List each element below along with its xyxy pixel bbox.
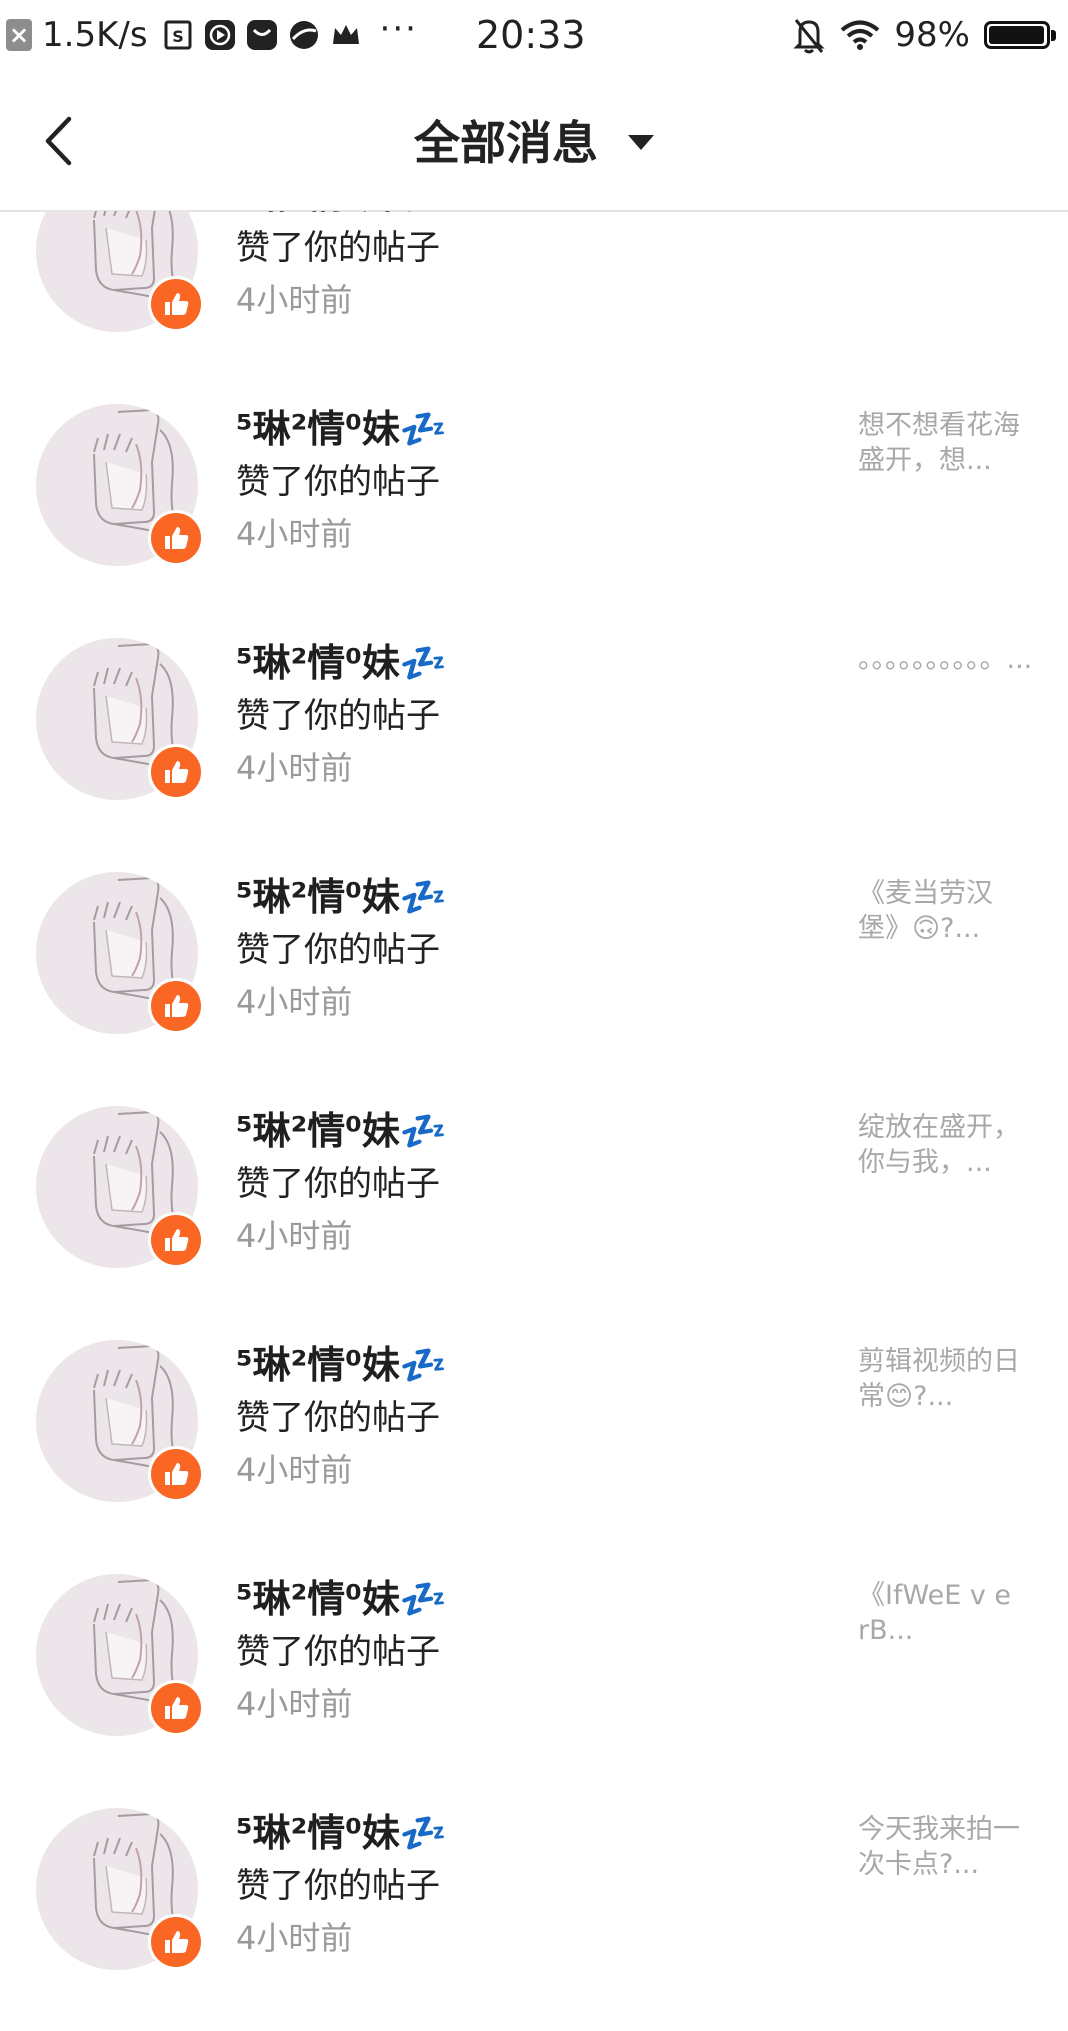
message-text: ⁵琳²情⁰妹💤 赞了你的帖子 4小时前 [236,872,447,1028]
svg-text:S: S [172,27,184,46]
post-preview[interactable]: 绽放在盛开，你与我，... [858,1110,1026,1180]
action-text: 赞了你的帖子 [236,696,440,736]
user-name[interactable]: ⁵琳²情⁰妹💤 [236,1340,447,1390]
battery-level [989,26,1044,44]
user-name[interactable]: ⁵琳²情⁰妹💤 [236,638,447,688]
thumbs-up-icon [165,1463,189,1485]
like-badge [148,276,204,332]
avatar-container [36,1574,204,1736]
caret-down-icon [628,134,654,150]
sim-icon: S [164,20,192,50]
close-notification-icon: × [6,19,32,51]
timestamp: 4小时前 [236,1685,353,1723]
avatar-container [36,1808,204,1970]
message-list[interactable]: ⁵琳²情⁰妹💤 赞了你的帖子 4小时前 小号在限流 [0,211,1068,2031]
post-preview[interactable]: 《麦当劳汉堡》🙃?... [858,876,1026,946]
post-preview[interactable]: 今天我来拍一次卡点?... [858,1812,1026,1882]
user-name[interactable]: ⁵琳²情⁰妹💤 [236,1574,447,1624]
timestamp: 4小时前 [236,515,353,553]
message-item[interactable]: ⁵琳²情⁰妹💤 赞了你的帖子 4小时前 小号在限流 [0,211,1068,404]
avatar-container [36,1340,204,1502]
status-bar-right: 98% [792,0,1056,70]
thumbs-up-icon [165,761,189,783]
timestamp: 4小时前 [236,1451,353,1489]
status-bar-left: × 1.5K/s S ··· [6,0,418,70]
user-name[interactable]: ⁵琳²情⁰妹💤 [236,1808,447,1858]
avatar-container [36,404,204,566]
post-preview[interactable]: 。。。。。。。。。。... [858,642,1032,677]
like-badge [148,1680,204,1736]
action-text: 赞了你的帖子 [236,1866,440,1906]
mute-bell-icon [793,19,826,54]
message-item[interactable]: ⁵琳²情⁰妹💤 赞了你的帖子 4小时前 《麦当劳汉堡》🙃?... [0,872,1068,1106]
message-item[interactable]: ⁵琳²情⁰妹💤 赞了你的帖子 4小时前 。。。。。。。。。。... [0,638,1068,872]
like-badge [148,978,204,1034]
title-dropdown[interactable]: 全部消息 [0,70,1068,210]
crown-app-icon [332,25,359,44]
action-text: 赞了你的帖子 [236,1632,440,1672]
action-text: 赞了你的帖子 [236,462,440,502]
action-text: 赞了你的帖子 [236,1398,440,1438]
post-preview[interactable]: 《IfWeE v e rB... [858,1578,1026,1648]
user-name[interactable]: ⁵琳²情⁰妹💤 [236,404,447,454]
thumbs-up-icon [165,293,189,315]
like-badge [148,1446,204,1502]
message-text: ⁵琳²情⁰妹💤 赞了你的帖子 4小时前 [236,1106,447,1262]
timestamp: 4小时前 [236,1217,353,1255]
more-notifications: ··· [379,9,418,49]
like-badge [148,510,204,566]
avatar-container [36,211,204,332]
avatar-container [36,872,204,1034]
status-bar: × 1.5K/s S ··· 20:33 98% [0,0,1068,70]
avatar-container [36,1106,204,1268]
network-speed: 1.5K/s [42,15,148,55]
timestamp: 4小时前 [236,281,353,319]
battery-icon [984,21,1056,49]
like-badge [148,1914,204,1970]
user-name[interactable]: ⁵琳²情⁰妹💤 [236,211,447,220]
like-badge [148,744,204,800]
status-bar-time: 20:33 [476,13,586,57]
message-item[interactable]: ⁵琳²情⁰妹💤 赞了你的帖子 4小时前 剪辑视频的日常😊?... [0,1340,1068,1574]
timestamp: 4小时前 [236,1919,353,1957]
message-text: ⁵琳²情⁰妹💤 赞了你的帖子 4小时前 [236,1808,447,1964]
message-text: ⁵琳²情⁰妹💤 赞了你的帖子 4小时前 [236,211,447,326]
battery-percent: 98% [894,15,970,55]
action-text: 赞了你的帖子 [236,930,440,970]
message-text: ⁵琳²情⁰妹💤 赞了你的帖子 4小时前 [236,1574,447,1730]
video-app-icon [204,20,235,50]
message-item[interactable]: ⁵琳²情⁰妹💤 赞了你的帖子 4小时前 《IfWeE v e rB... [0,1574,1068,1808]
thumbs-up-icon [165,1931,189,1953]
mail-app-icon [246,20,277,50]
message-text: ⁵琳²情⁰妹💤 赞了你的帖子 4小时前 [236,404,447,560]
header: 全部消息 [0,70,1068,212]
like-badge [148,1212,204,1268]
thumbs-up-icon [165,1229,189,1251]
thumbs-up-icon [165,1697,189,1719]
wifi-icon [841,20,880,50]
timestamp: 4小时前 [236,749,353,787]
user-name[interactable]: ⁵琳²情⁰妹💤 [236,1106,447,1156]
post-preview[interactable]: 想不想看花海盛开，想... [858,408,1026,478]
browser-app-icon [289,21,318,49]
avatar-container [36,638,204,800]
thumbs-up-icon [165,527,189,549]
message-text: ⁵琳²情⁰妹💤 赞了你的帖子 4小时前 [236,1340,447,1496]
message-item[interactable]: ⁵琳²情⁰妹💤 赞了你的帖子 4小时前 绽放在盛开，你与我，... [0,1106,1068,1340]
post-preview[interactable]: 剪辑视频的日常😊?... [858,1344,1026,1414]
action-text: 赞了你的帖子 [236,228,440,268]
user-name[interactable]: ⁵琳²情⁰妹💤 [236,872,447,922]
page-title: 全部消息 [414,116,598,170]
action-text: 赞了你的帖子 [236,1164,440,1204]
timestamp: 4小时前 [236,983,353,1021]
message-item[interactable]: ⁵琳²情⁰妹💤 赞了你的帖子 4小时前 今天我来拍一次卡点?... [0,1808,1068,2031]
thumbs-up-icon [165,995,189,1017]
message-text: ⁵琳²情⁰妹💤 赞了你的帖子 4小时前 [236,638,447,794]
message-item[interactable]: ⁵琳²情⁰妹💤 赞了你的帖子 4小时前 想不想看花海盛开，想... [0,404,1068,638]
